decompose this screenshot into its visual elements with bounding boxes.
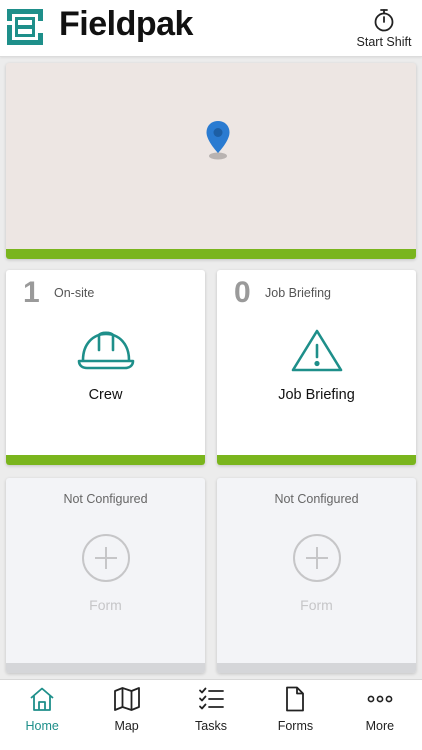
job-briefing-status-bar <box>217 455 416 465</box>
nav-more-label: More <box>365 719 395 733</box>
home-icon <box>30 687 54 711</box>
app-header: Fieldpak Start Shift <box>0 0 422 57</box>
app-name: Fieldpak <box>59 5 193 43</box>
nav-map-label: Map <box>114 719 139 733</box>
job-briefing-tile[interactable]: 0 Job Briefing Job Briefing <box>217 270 416 465</box>
job-briefing-count: 0 <box>234 276 251 309</box>
nav-more[interactable]: More <box>338 680 422 750</box>
more-dots-icon <box>367 695 393 703</box>
nav-tasks-label: Tasks <box>195 719 227 733</box>
warning-triangle-icon <box>291 329 343 372</box>
crew-status-bar <box>6 455 205 465</box>
nav-map[interactable]: Map <box>84 680 168 750</box>
crew-count-label: On-site <box>54 286 95 300</box>
map-icon <box>113 687 140 711</box>
unconfigured-status-bar <box>6 663 205 673</box>
crew-count: 1 <box>23 276 40 309</box>
nav-tasks[interactable]: Tasks <box>169 680 253 750</box>
nav-forms-label: Forms <box>277 719 314 733</box>
document-icon <box>286 686 305 712</box>
start-shift-button[interactable]: Start Shift <box>355 8 413 50</box>
map-status-bar <box>6 249 416 259</box>
job-briefing-title: Job Briefing <box>278 387 355 403</box>
nav-home-label: Home <box>25 719 59 733</box>
add-circle-icon <box>293 534 341 582</box>
unconfigured-form-tile[interactable]: Not Configured Form <box>6 478 205 673</box>
form-label: Form <box>300 597 333 613</box>
unconfigured-form-tile[interactable]: Not Configured Form <box>217 478 416 673</box>
add-circle-icon <box>82 534 130 582</box>
app-root: Fieldpak Start Shift 1 On-site Crew 0 Jo… <box>0 0 422 750</box>
crew-tile[interactable]: 1 On-site Crew <box>6 270 205 465</box>
unconfigured-status-bar <box>217 663 416 673</box>
not-configured-label: Not Configured <box>63 492 148 506</box>
map-pin-icon <box>206 121 230 160</box>
form-label: Form <box>89 597 122 613</box>
nav-forms[interactable]: Forms <box>253 680 337 750</box>
crew-title: Crew <box>88 387 123 403</box>
bottom-navigation: Home Map Tasks Forms More <box>0 679 422 750</box>
hard-hat-icon <box>77 331 135 370</box>
job-briefing-count-label: Job Briefing <box>265 286 332 300</box>
fieldpak-logo-icon <box>7 9 43 45</box>
map-card[interactable] <box>6 63 416 259</box>
nav-home[interactable]: Home <box>0 680 84 750</box>
not-configured-label: Not Configured <box>274 492 359 506</box>
tasks-icon <box>199 687 224 710</box>
stopwatch-icon <box>374 9 394 32</box>
start-shift-label: Start Shift <box>356 35 412 49</box>
